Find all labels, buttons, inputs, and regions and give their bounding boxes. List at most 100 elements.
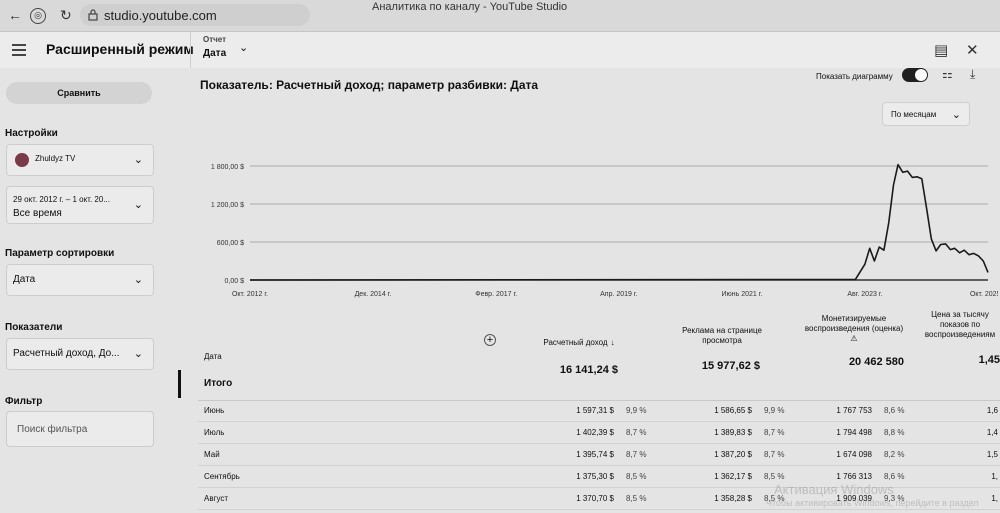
main-content: Показатель: Расчетный доход; параметр ра… bbox=[178, 67, 1000, 513]
compare-button[interactable]: Сравнить bbox=[6, 82, 152, 104]
metrics-select[interactable]: Расчетный доход, До... ⌄ bbox=[6, 338, 154, 370]
date-range-select[interactable]: 29 окт. 2012 г. – 1 окт. 20... Все время… bbox=[6, 186, 154, 224]
table-row[interactable]: Июнь 1 597,31 $ 9,9 % 1 586,65 $ 9,9 % 1 767 … bbox=[178, 402, 1000, 422]
column-header-monetized-playbacks[interactable]: Монетизируемые воспроизведения (оценка) … bbox=[804, 314, 904, 344]
revenue-series-line bbox=[249, 163, 989, 281]
chevron-down-icon: ⌄ bbox=[133, 154, 143, 166]
sort-select[interactable]: Дата ⌄ bbox=[6, 264, 154, 296]
close-icon[interactable]: ✕ bbox=[966, 41, 979, 59]
row-ads-pct: 8,7 % bbox=[764, 450, 785, 459]
table-row[interactable]: Июль 1 402,39 $ 8,7 % 1 389,83 $ 8,7 % 1 794 … bbox=[178, 424, 1000, 444]
row-ads-pct: 9,9 % bbox=[764, 406, 785, 415]
chevron-down-icon: ⌄ bbox=[133, 348, 143, 360]
page-title: Расширенный режим bbox=[46, 41, 194, 57]
row-ads: 1 362,17 $ bbox=[714, 472, 752, 481]
column-header-revenue[interactable]: Расчетный доход ↓ bbox=[524, 338, 634, 348]
total-label: Итого bbox=[204, 378, 233, 389]
row-monetized: 1 674 098 bbox=[836, 450, 872, 459]
row-revenue-pct: 8,7 % bbox=[626, 428, 647, 437]
show-chart-toggle[interactable] bbox=[902, 68, 928, 82]
x-tick-label: Июнь 2021 г. bbox=[721, 291, 762, 298]
revenue-chart: 1 800,00 $ 1 200,00 $ 600,00 $ 0,00 $ Окт. 2… bbox=[211, 163, 998, 298]
row-ads-pct: 8,5 % bbox=[764, 472, 785, 481]
avatar bbox=[15, 153, 29, 167]
row-cpm: 1,5 bbox=[986, 450, 998, 459]
reload-icon[interactable]: ↻ bbox=[60, 7, 72, 24]
row-monetized-pct: 8,8 % bbox=[884, 428, 905, 437]
filter-label: Фильтр bbox=[5, 396, 43, 407]
row-cpm: 1,6 bbox=[986, 406, 998, 415]
total-monetized: 20 462 580 bbox=[848, 356, 904, 368]
row-revenue-pct: 9,9 % bbox=[626, 406, 647, 415]
row-ads: 1 389,83 $ bbox=[714, 428, 752, 437]
row-monetized-pct: 8,6 % bbox=[884, 472, 905, 481]
metrics-label: Показатели bbox=[5, 322, 63, 333]
chevron-down-icon: ⌄ bbox=[239, 42, 249, 54]
filter-search-input[interactable]: Поиск фильтра bbox=[6, 411, 154, 447]
total-cpm: 1,45 bbox=[978, 354, 1000, 366]
column-header-monetized-label: Монетизируемые воспроизведения (оценка) bbox=[804, 314, 904, 333]
divider bbox=[198, 421, 1000, 422]
y-tick-label: 1 800,00 $ bbox=[211, 164, 244, 171]
chevron-down-icon: ⌄ bbox=[133, 274, 143, 286]
column-header-cpm[interactable]: Цена за тысячу показов по воспроизведени… bbox=[918, 310, 1000, 340]
column-header-revenue-label: Расчетный доход bbox=[543, 338, 608, 347]
site-info-icon[interactable] bbox=[88, 9, 98, 21]
row-ads: 1 358,28 $ bbox=[714, 494, 752, 503]
x-tick-label: Дек. 2014 г. bbox=[355, 291, 392, 298]
row-ads: 1 586,65 $ bbox=[714, 406, 752, 415]
row-monetized-pct: 8,6 % bbox=[884, 406, 905, 415]
row-revenue: 1 402,39 $ bbox=[576, 428, 614, 437]
period-value: По месяцам bbox=[891, 110, 937, 119]
browser-logo-icon[interactable]: ◎ bbox=[30, 8, 46, 24]
report-selector[interactable]: Отчет Дата ⌄ bbox=[190, 32, 252, 68]
show-chart-label: Показать диаграмму bbox=[816, 72, 893, 81]
row-ads-pct: 8,7 % bbox=[764, 428, 785, 437]
windows-watermark-sub: Чтобы активировать Windows, перейдите в … bbox=[766, 498, 979, 508]
metric-title: Показатель: Расчетный доход; параметр ра… bbox=[200, 78, 539, 92]
channel-select[interactable]: Zhuldyz TV ⌄ bbox=[6, 144, 154, 176]
row-monetized-pct: 8,2 % bbox=[884, 450, 905, 459]
sidebar: Сравнить Настройки Zhuldyz TV ⌄ 29 окт. … bbox=[0, 68, 168, 513]
chevron-down-icon: ⌄ bbox=[951, 109, 961, 121]
date-range-text: 29 окт. 2012 г. – 1 окт. 20... bbox=[13, 195, 110, 204]
row-date: Сентябрь bbox=[204, 472, 240, 481]
address-bar[interactable]: studio.youtube.com bbox=[80, 4, 310, 26]
period-select[interactable]: По месяцам ⌄ bbox=[882, 102, 970, 126]
back-arrow-icon[interactable]: ← bbox=[8, 7, 22, 23]
column-header-ads[interactable]: Реклама на странице просмотра bbox=[662, 326, 782, 346]
settings-label: Настройки bbox=[5, 128, 58, 139]
x-tick-label: Окт. 2025 г. bbox=[970, 291, 998, 298]
warning-icon: ⚠ bbox=[850, 334, 858, 343]
row-revenue: 1 597,31 $ bbox=[576, 406, 614, 415]
x-tick-label: Апр. 2019 г. bbox=[600, 291, 637, 298]
date-column-header[interactable]: Дата bbox=[204, 352, 222, 361]
download-icon[interactable]: ⤓ bbox=[970, 67, 975, 82]
date-preset-text: Все время bbox=[13, 208, 62, 219]
x-tick-label: Авг. 2023 г. bbox=[847, 291, 882, 298]
feedback-icon[interactable]: ▤ bbox=[934, 41, 948, 59]
row-revenue: 1 375,30 $ bbox=[576, 472, 614, 481]
row-revenue: 1 370,70 $ bbox=[576, 494, 614, 503]
url-text: studio.youtube.com bbox=[104, 8, 217, 23]
total-row-marker bbox=[178, 370, 181, 398]
row-revenue-pct: 8,5 % bbox=[626, 494, 647, 503]
bookmark-icon[interactable]: ⚏ bbox=[942, 67, 953, 81]
sort-value: Дата bbox=[13, 274, 36, 285]
browser-toolbar: ← ◎ ↻ studio.youtube.com Аналитика по ка… bbox=[0, 0, 1000, 32]
row-date: Май bbox=[204, 450, 220, 459]
y-tick-label: 0,00 $ bbox=[225, 278, 245, 285]
x-tick-label: Февр. 2017 г. bbox=[475, 291, 517, 298]
row-date: Июль bbox=[204, 428, 225, 437]
add-column-button[interactable]: + bbox=[484, 334, 496, 346]
row-monetized: 1 767 753 bbox=[836, 406, 872, 415]
row-date: Август bbox=[204, 494, 229, 503]
hamburger-menu-icon[interactable] bbox=[12, 44, 26, 56]
metrics-value: Расчетный доход, До... bbox=[13, 348, 120, 359]
table-row[interactable]: Май 1 395,74 $ 8,7 % 1 387,20 $ 8,7 % 1 674 0… bbox=[178, 446, 1000, 466]
window-title: Аналитика по каналу - YouTube Studio bbox=[372, 1, 568, 13]
row-cpm: 1, bbox=[991, 472, 998, 481]
divider bbox=[198, 509, 1000, 510]
row-monetized: 1 766 313 bbox=[836, 472, 872, 481]
y-tick-label: 1 200,00 $ bbox=[211, 202, 244, 209]
